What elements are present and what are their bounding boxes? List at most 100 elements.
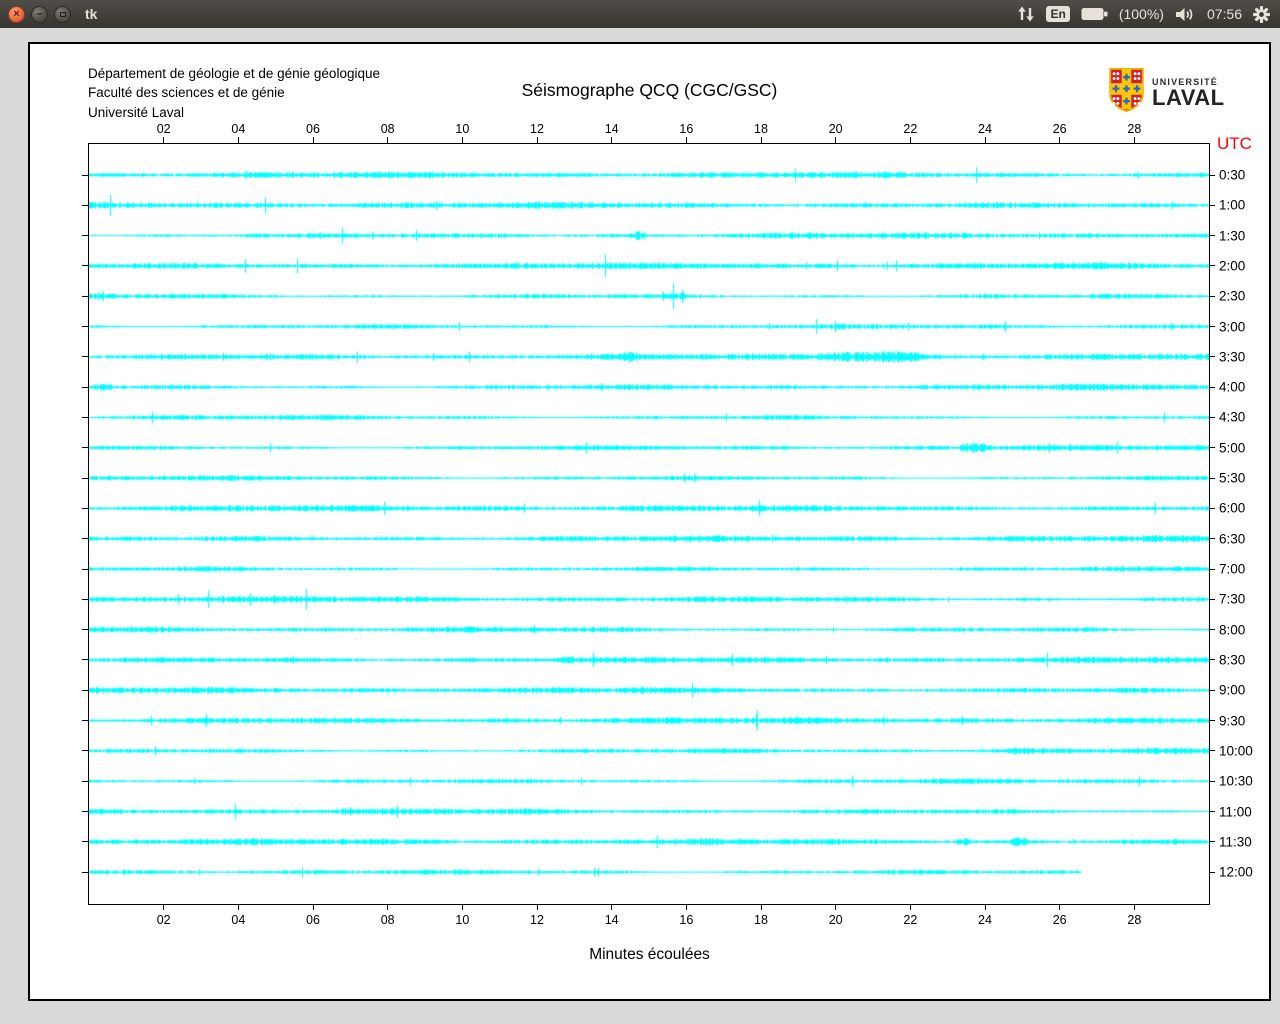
network-sync-icon[interactable] [1017, 6, 1035, 22]
row-tick-left [82, 720, 88, 722]
x-tick-top [1133, 137, 1135, 143]
x-tick-label-top: 02 [156, 122, 171, 136]
keyboard-layout-indicator[interactable]: En [1046, 6, 1070, 22]
row-tick-right [1209, 295, 1215, 297]
x-tick-bottom [1133, 904, 1135, 910]
x-tick-top [685, 137, 687, 143]
x-tick-top [760, 137, 762, 143]
row-tick-left [82, 629, 88, 631]
x-tick-label-bottom: 06 [306, 913, 320, 927]
row-tick-right [1209, 720, 1215, 722]
row-utc-label: 7:00 [1219, 561, 1246, 577]
row-utc-label: 11:00 [1219, 804, 1252, 819]
row-tick-left [82, 447, 88, 449]
row-tick-right [1209, 174, 1215, 176]
x-tick-label-bottom: 04 [231, 913, 246, 927]
x-tick-top [611, 137, 613, 143]
row-utc-label: 6:30 [1219, 531, 1246, 547]
row-tick-left [82, 477, 88, 479]
x-tick-top [835, 137, 837, 143]
x-tick-top [163, 137, 165, 143]
x-tick-label-top: 08 [380, 122, 395, 136]
clock-label[interactable]: 07:56 [1207, 6, 1242, 22]
x-tick-bottom [685, 904, 687, 910]
row-tick-right [1209, 689, 1215, 691]
row-tick-right [1209, 659, 1215, 661]
row-utc-label: 10:30 [1219, 773, 1253, 789]
row-tick-left [82, 386, 88, 388]
row-tick-left [82, 295, 88, 297]
session-gear-icon[interactable] [1253, 5, 1270, 23]
row-tick-left [82, 204, 88, 206]
row-tick-right [1209, 568, 1215, 570]
utc-axis-title: UTC [1217, 134, 1252, 153]
row-tick-left [82, 811, 88, 812]
row-utc-label: 7:30 [1219, 591, 1246, 607]
x-tick-label-top: 14 [604, 122, 619, 136]
window-buttons: × – [8, 5, 71, 23]
row-tick-left [82, 174, 88, 176]
row-tick-right [1209, 629, 1215, 631]
x-tick-label-top: 22 [903, 122, 918, 136]
close-button[interactable]: × [8, 5, 25, 23]
row-tick-right [1209, 780, 1215, 782]
row-tick-right [1209, 477, 1215, 479]
x-tick-bottom [835, 904, 837, 910]
x-tick-label-bottom: 28 [1127, 913, 1142, 927]
seismograph-canvas-area: Département de géologie et de génie géol… [28, 42, 1271, 1001]
x-tick-bottom [536, 904, 538, 910]
x-tick-label-bottom: 10 [455, 913, 470, 927]
row-tick-left [82, 356, 88, 358]
x-tick-label-bottom: 20 [828, 913, 843, 927]
x-tick-top [461, 137, 463, 143]
row-tick-right [1209, 538, 1215, 540]
volume-icon[interactable] [1175, 7, 1196, 22]
row-tick-left [82, 689, 88, 691]
x-tick-bottom [387, 904, 389, 910]
row-utc-label: 6:00 [1219, 500, 1246, 516]
x-tick-top [909, 137, 911, 143]
x-tick-label-top: 10 [455, 122, 470, 136]
row-tick-left [82, 326, 88, 328]
row-tick-left [82, 416, 88, 418]
x-tick-top [1059, 137, 1061, 143]
row-tick-right [1209, 356, 1215, 358]
chart-title: Séismographe QCQ (CGC/GSC) [521, 80, 778, 100]
row-tick-left [82, 568, 88, 570]
x-tick-label-bottom: 24 [978, 913, 992, 927]
row-tick-left [82, 265, 88, 267]
row-tick-right [1209, 386, 1215, 388]
minimize-button[interactable]: – [31, 5, 48, 23]
x-tick-label-top: 16 [679, 122, 694, 136]
x-tick-label-bottom: 14 [604, 913, 619, 927]
x-tick-label-top: 18 [754, 122, 768, 136]
x-tick-label-top: 26 [1052, 122, 1067, 136]
row-utc-label: 11:30 [1219, 834, 1252, 850]
x-tick-label-top: 24 [978, 122, 992, 136]
row-utc-label: 5:00 [1219, 440, 1246, 456]
row-utc-label: 9:30 [1219, 713, 1246, 729]
row-tick-right [1209, 841, 1215, 843]
x-tick-label-bottom: 08 [380, 913, 395, 927]
row-utc-label: 1:30 [1219, 228, 1246, 244]
battery-percent-label[interactable]: (100%) [1119, 6, 1164, 22]
x-tick-bottom [461, 904, 463, 910]
window-titlebar[interactable]: × – tk En (100%) 07:56 [0, 0, 1280, 28]
row-tick-right [1209, 265, 1215, 267]
row-utc-label: 12:00 [1219, 864, 1253, 880]
row-tick-left [82, 841, 88, 843]
x-tick-bottom [312, 904, 314, 910]
x-tick-label-bottom: 12 [530, 913, 544, 927]
x-tick-label-top: 06 [306, 122, 320, 136]
row-tick-right [1209, 507, 1215, 509]
row-tick-right [1209, 750, 1215, 752]
universite-laval-logo: UNIVERSITÉ LAVAL [1108, 68, 1225, 117]
battery-icon[interactable] [1081, 7, 1108, 21]
x-tick-top [312, 137, 314, 143]
row-tick-left [82, 598, 88, 600]
maximize-button[interactable] [54, 5, 71, 23]
window-title: tk [85, 6, 98, 22]
row-utc-label: 10:00 [1219, 743, 1253, 759]
x-axis-title: Minutes écoulées [589, 946, 710, 963]
row-utc-label: 3:00 [1219, 319, 1246, 335]
